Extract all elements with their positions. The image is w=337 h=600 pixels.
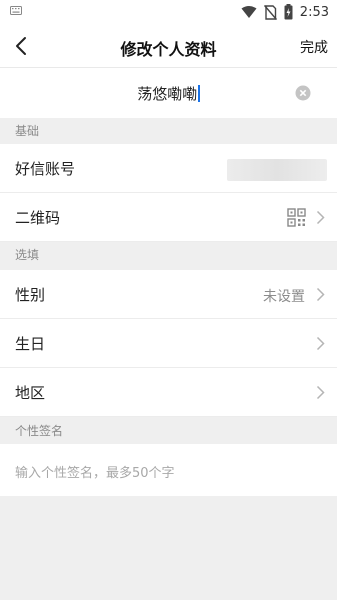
signature-placeholder: 输入个性签名，最多50个字 xyxy=(15,466,175,481)
account-row[interactable]: 好信账号 xyxy=(0,144,337,193)
region-row[interactable]: 地区 xyxy=(0,368,337,417)
done-button[interactable]: 完成 xyxy=(300,37,328,57)
empty-area xyxy=(0,496,337,600)
status-bar: 2:53 xyxy=(0,0,337,24)
chevron-right-icon xyxy=(316,385,325,400)
name-input[interactable]: 荡悠嘞嘞 xyxy=(60,82,277,104)
battery-charging-icon xyxy=(284,4,293,20)
section-header-basic: 基础 xyxy=(0,118,337,144)
qrcode-icon xyxy=(287,208,306,227)
qrcode-row[interactable]: 二维码 xyxy=(0,193,337,242)
clear-icon[interactable] xyxy=(295,85,311,101)
account-value-blurred xyxy=(227,159,327,181)
text-caret xyxy=(198,84,200,102)
name-row: 荡悠嘞嘞 xyxy=(0,68,337,118)
status-time: 2:53 xyxy=(299,4,329,20)
no-sim-icon xyxy=(263,4,277,20)
birthday-label: 生日 xyxy=(15,335,46,353)
nav-bar: 修改个人资料 完成 xyxy=(0,24,337,68)
wifi-icon xyxy=(241,6,257,18)
account-label: 好信账号 xyxy=(15,160,76,178)
keyboard-icon xyxy=(10,6,22,15)
birthday-row[interactable]: 生日 xyxy=(0,319,337,368)
section-header-signature: 个性签名 xyxy=(0,418,337,444)
region-label: 地区 xyxy=(15,384,46,402)
gender-label: 性别 xyxy=(15,286,46,304)
signature-field[interactable]: 输入个性签名，最多50个字 xyxy=(0,444,337,496)
name-value: 荡悠嘞嘞 xyxy=(137,84,198,103)
page-title: 修改个人资料 xyxy=(120,40,217,59)
chevron-right-icon xyxy=(316,287,325,302)
gender-value: 未设置 xyxy=(263,289,305,305)
section-header-optional: 选填 xyxy=(0,242,337,268)
chevron-right-icon xyxy=(316,336,325,351)
gender-row[interactable]: 性别 未设置 xyxy=(0,270,337,319)
chevron-right-icon xyxy=(316,210,325,225)
qrcode-label: 二维码 xyxy=(15,209,61,227)
